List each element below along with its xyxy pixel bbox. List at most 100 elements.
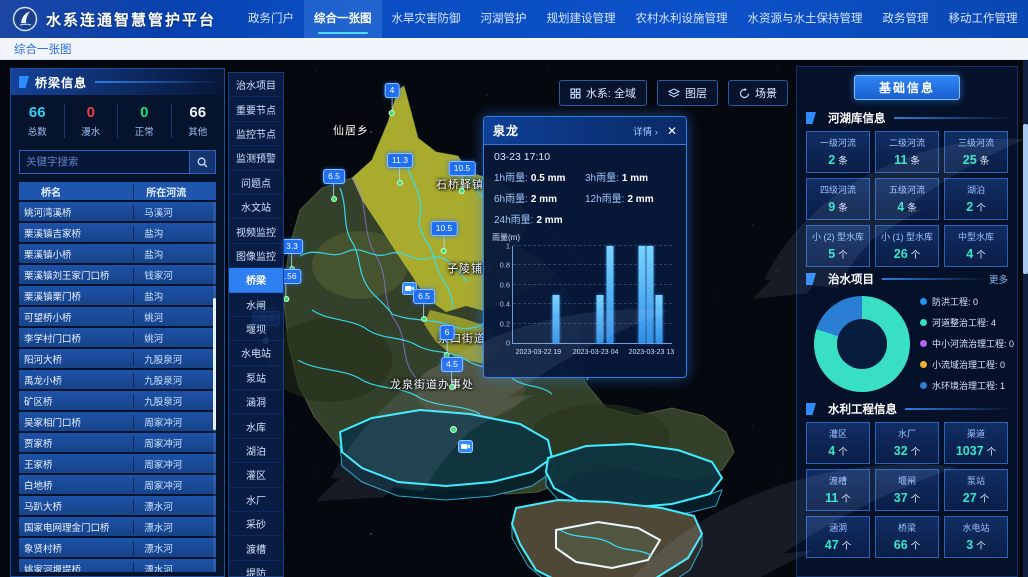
nav-item[interactable]: 政务管理	[873, 0, 939, 38]
stat-card[interactable]: 小 (2) 型水库5个	[806, 225, 870, 267]
layer-menu-item[interactable]: 治水项目	[229, 73, 283, 97]
table-row[interactable]: 白地桥周家冲河	[19, 475, 216, 494]
scene-button[interactable]: 场景	[728, 80, 788, 106]
card-label: 小 (1) 型水库	[878, 230, 936, 243]
layer-menu-item[interactable]: 水闸	[229, 293, 283, 317]
stat-card[interactable]: 泵站27个	[944, 469, 1008, 511]
card-number: 47	[825, 538, 839, 552]
layer-menu-item[interactable]: 湖泊	[229, 439, 283, 463]
stat-card[interactable]: 水电站3个	[944, 516, 1008, 558]
layer-menu-item[interactable]: 重要节点	[229, 97, 283, 121]
river-name-cell: 漂水河	[133, 562, 216, 573]
y-tick-label: 0	[491, 339, 510, 348]
table-row[interactable]: 国家电网理金门口桥漂水河	[19, 517, 216, 536]
scrollbar[interactable]	[213, 202, 216, 572]
layer-menu-item[interactable]: 渡槽	[229, 536, 283, 560]
layer-menu-item[interactable]: 图像监控	[229, 244, 283, 268]
card-value: 4个	[947, 247, 1005, 261]
nav-item[interactable]: 水旱灾害防御	[382, 0, 471, 38]
map-marker[interactable]: 4	[385, 80, 400, 116]
layer-menu-item[interactable]: 采砂	[229, 512, 283, 536]
stat-card[interactable]: 桥梁66个	[875, 516, 939, 558]
table-row[interactable]: 栗溪镇小桥盐沟	[19, 244, 216, 263]
table-row[interactable]: 姚河湾溪桥马溪河	[19, 202, 216, 221]
stat-card[interactable]: 二级河流11条	[875, 131, 939, 173]
layer-menu-item[interactable]: 泵站	[229, 366, 283, 390]
stat-card[interactable]: 中型水库4个	[944, 225, 1008, 267]
stat-card[interactable]: 灌区4个	[806, 422, 870, 464]
legend-dot	[920, 382, 927, 389]
page-scrollbar[interactable]	[1023, 60, 1028, 577]
layer-menu-item[interactable]: 水库	[229, 414, 283, 438]
search-input[interactable]	[20, 151, 189, 173]
bridge-name-cell: 象贤村桥	[19, 541, 133, 555]
page-scrollbar-thumb[interactable]	[1023, 124, 1028, 274]
layer-menu-item[interactable]: 桥梁	[229, 268, 283, 292]
nav-item[interactable]: 移动工作管理	[939, 0, 1028, 38]
popup-detail-link[interactable]: 详情 ›	[633, 124, 658, 138]
map-marker[interactable]: 6	[440, 322, 455, 358]
table-row[interactable]: 象贤村桥漂水河	[19, 538, 216, 557]
nav-item[interactable]: 农村水利设施管理	[626, 0, 738, 38]
layer-menu-item[interactable]: 堤防	[229, 561, 283, 577]
layer-menu-item[interactable]: 视频监控	[229, 219, 283, 243]
stat-card[interactable]: 水厂32个	[875, 422, 939, 464]
table-row[interactable]: 吴家相门口桥周家冲河	[19, 412, 216, 431]
table-row[interactable]: 贾家桥周家冲河	[19, 433, 216, 452]
table-row[interactable]: 王家桥周家冲河	[19, 454, 216, 473]
map-marker[interactable]: 4.5	[441, 354, 463, 390]
nav-item[interactable]: 水资源与水土保持管理	[738, 0, 873, 38]
marker-stem	[446, 340, 447, 352]
table-row[interactable]: 可望桥小桥姚河	[19, 307, 216, 326]
breadcrumb[interactable]: 综合一张图	[14, 41, 72, 57]
close-icon[interactable]: ✕	[667, 125, 677, 137]
camera-icon[interactable]	[458, 440, 473, 453]
basic-info-button[interactable]: 基础信息	[854, 75, 960, 100]
table-row[interactable]: 栗溪镇刘王家门口桥钱家河	[19, 265, 216, 284]
stat-card[interactable]: 湖泊2个	[944, 178, 1008, 220]
stat-card[interactable]: 涵洞47个	[806, 516, 870, 558]
stat-card[interactable]: 一级河流2条	[806, 131, 870, 173]
table-row[interactable]: 姚家河堰堤桥漂水河	[19, 559, 216, 572]
map-pin-icon[interactable]	[450, 426, 457, 433]
layer-menu-item[interactable]: 问题点	[229, 171, 283, 195]
table-row[interactable]: 马趴大桥漂水河	[19, 496, 216, 515]
stat-card[interactable]: 小 (1) 型水库26个	[875, 225, 939, 267]
layer-menu-item[interactable]: 涵洞	[229, 390, 283, 414]
layer-menu-item[interactable]: 监测预警	[229, 146, 283, 170]
stat-card[interactable]: 堰闸37个	[875, 469, 939, 511]
table-row[interactable]: 栗溪镇栗门桥盐沟	[19, 286, 216, 305]
table-row[interactable]: 阳河大桥九股泉河	[19, 349, 216, 368]
stat-card[interactable]: 三级河流25条	[944, 131, 1008, 173]
marker-dot	[449, 384, 455, 390]
map-marker[interactable]: 6.5	[413, 286, 435, 322]
stat-card[interactable]: 五级河流4条	[875, 178, 939, 220]
map-marker[interactable]: 6.5	[323, 166, 345, 202]
layer-menu-item[interactable]: 水文站	[229, 195, 283, 219]
nav-item[interactable]: 河湖管护	[471, 0, 537, 38]
layer-menu-item[interactable]: 水厂	[229, 488, 283, 512]
nav-item[interactable]: 政务门户	[238, 0, 304, 38]
layers-button[interactable]: 图层	[657, 80, 718, 106]
layer-menu-item[interactable]: 灌区	[229, 463, 283, 487]
layer-menu-item[interactable]: 水电站	[229, 341, 283, 365]
map-marker[interactable]: 10.5	[449, 158, 476, 194]
table-row[interactable]: 矿区桥九股泉河	[19, 391, 216, 410]
table-row[interactable]: 禹龙小桥九股泉河	[19, 370, 216, 389]
project-section-header: 治水项目 更多	[806, 271, 1008, 287]
layer-menu-item[interactable]: 堰坝	[229, 317, 283, 341]
nav-item[interactable]: 规划建设管理	[537, 0, 626, 38]
map-marker[interactable]: 10.5	[431, 218, 458, 254]
layer-menu-item[interactable]: 监控节点	[229, 122, 283, 146]
scrollbar-thumb[interactable]	[213, 298, 216, 430]
map-marker[interactable]: 11.3	[387, 150, 413, 186]
water-system-selector[interactable]: 水系: 全域	[559, 80, 647, 106]
table-row[interactable]: 栗溪镇吉家桥盐沟	[19, 223, 216, 242]
search-button[interactable]	[189, 151, 215, 173]
stat-card[interactable]: 渠道1037个	[944, 422, 1008, 464]
stat-card[interactable]: 四级河流9条	[806, 178, 870, 220]
table-row[interactable]: 李学村门口桥姚河	[19, 328, 216, 347]
stat-card[interactable]: 渡槽11个	[806, 469, 870, 511]
nav-item[interactable]: 综合一张图	[304, 0, 382, 38]
more-link[interactable]: 更多	[989, 272, 1008, 286]
